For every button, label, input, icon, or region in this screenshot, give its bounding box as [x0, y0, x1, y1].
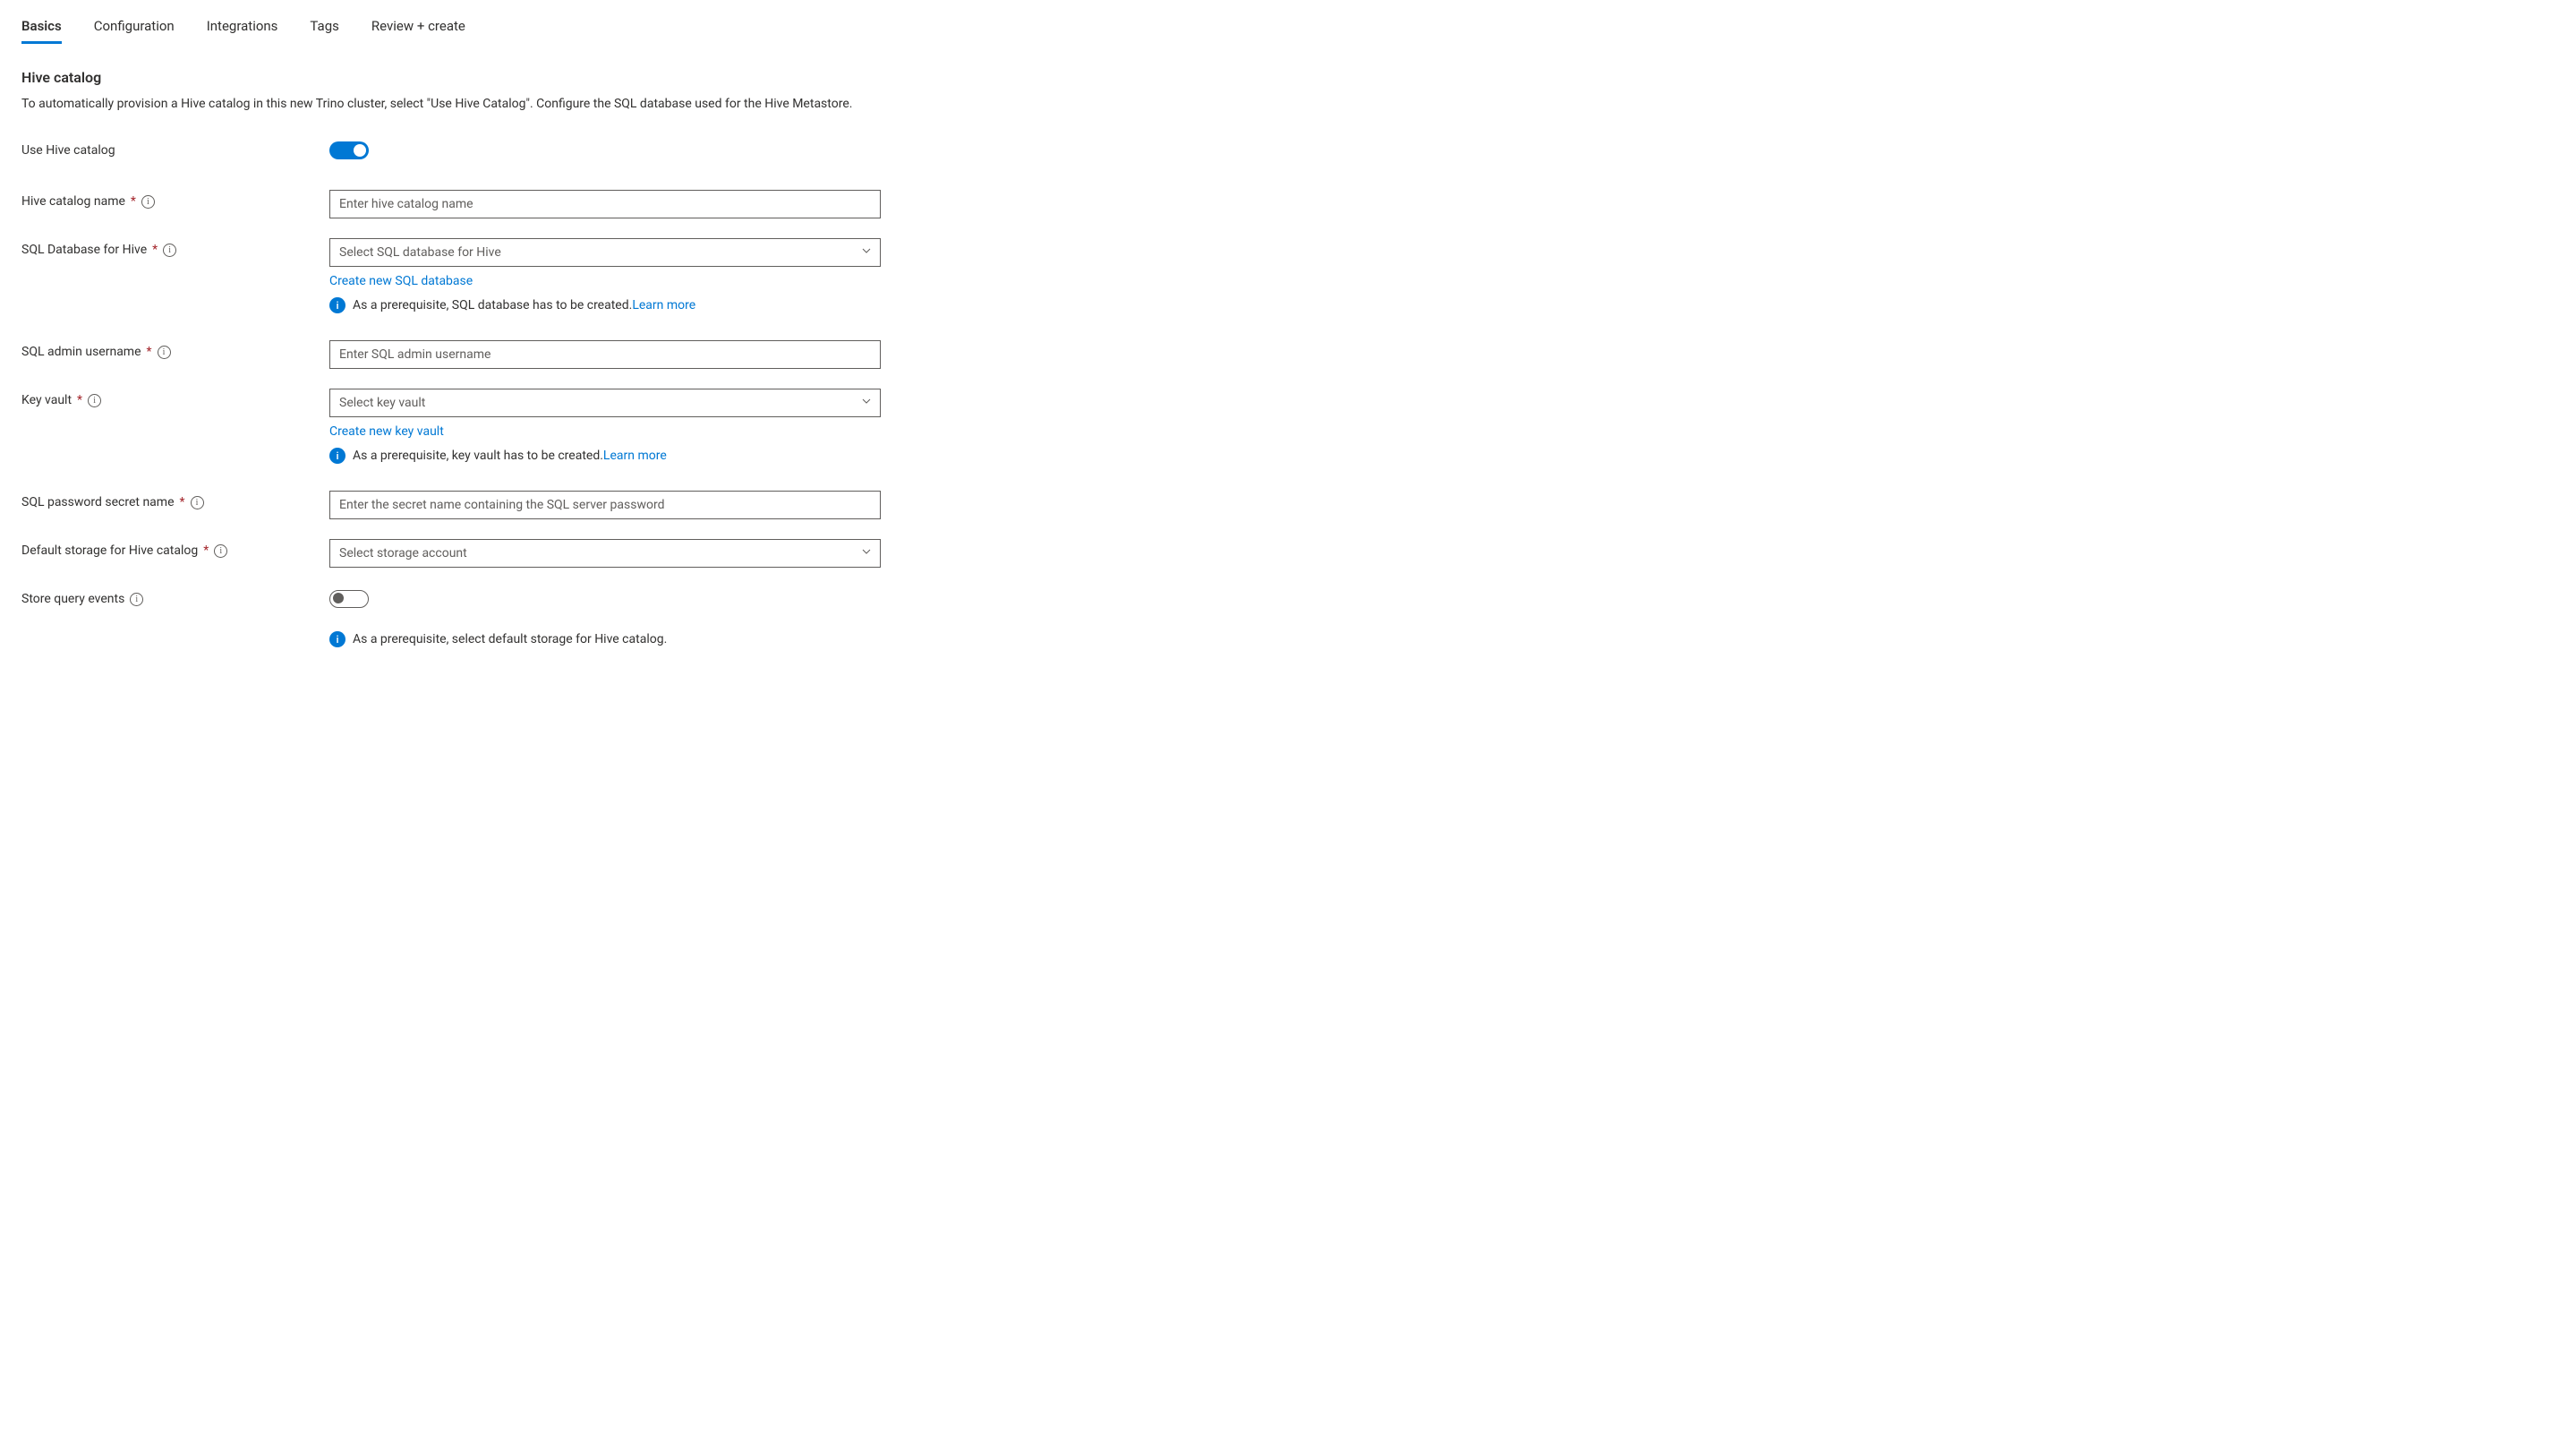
- tab-review-create[interactable]: Review + create: [371, 18, 465, 44]
- link-learn-more-keyvault[interactable]: Learn more: [603, 449, 667, 463]
- info-icon[interactable]: i: [141, 195, 155, 209]
- info-icon[interactable]: i: [191, 496, 204, 509]
- label-use-hive-catalog: Use Hive catalog: [21, 143, 115, 158]
- row-sql-admin-username: SQL admin username * i: [21, 340, 2555, 369]
- tab-basics[interactable]: Basics: [21, 18, 62, 44]
- wizard-tabs: Basics Configuration Integrations Tags R…: [21, 18, 2555, 44]
- label-default-storage: Default storage for Hive catalog: [21, 543, 198, 558]
- label-hive-catalog-name: Hive catalog name: [21, 194, 125, 209]
- label-store-query-events: Store query events: [21, 592, 124, 606]
- row-key-vault: Key vault * i Select key vault Create ne…: [21, 389, 2555, 464]
- info-icon[interactable]: i: [214, 544, 227, 558]
- required-asterisk: *: [131, 194, 136, 209]
- row-sql-password-secret: SQL password secret name * i: [21, 491, 2555, 519]
- label-sql-password-secret: SQL password secret name: [21, 495, 175, 509]
- prereq-storage-text: As a prerequisite, select default storag…: [353, 632, 667, 646]
- row-sql-database: SQL Database for Hive * i Select SQL dat…: [21, 238, 2555, 313]
- select-key-vault[interactable]: Select key vault: [329, 389, 881, 417]
- required-asterisk: *: [152, 243, 158, 257]
- row-default-storage: Default storage for Hive catalog * i Sel…: [21, 539, 2555, 568]
- label-key-vault: Key vault: [21, 393, 72, 407]
- info-badge-icon: i: [329, 297, 345, 313]
- required-asterisk: *: [77, 393, 82, 407]
- input-sql-admin-username[interactable]: [329, 340, 881, 369]
- info-icon[interactable]: i: [88, 394, 101, 407]
- input-sql-password-secret[interactable]: [329, 491, 881, 519]
- toggle-store-query-events[interactable]: [329, 590, 369, 608]
- toggle-use-hive-catalog[interactable]: [329, 141, 369, 159]
- info-icon[interactable]: i: [163, 244, 176, 257]
- row-use-hive-catalog: Use Hive catalog: [21, 139, 2555, 163]
- info-icon[interactable]: i: [130, 593, 143, 606]
- select-sql-database[interactable]: Select SQL database for Hive: [329, 238, 881, 267]
- row-hive-catalog-name: Hive catalog name * i: [21, 190, 2555, 218]
- tab-configuration[interactable]: Configuration: [94, 18, 175, 44]
- label-sql-admin-username: SQL admin username: [21, 345, 141, 359]
- link-create-sql-database[interactable]: Create new SQL database: [329, 274, 473, 288]
- link-learn-more-sql[interactable]: Learn more: [632, 298, 695, 312]
- label-sql-database: SQL Database for Hive: [21, 243, 147, 257]
- required-asterisk: *: [147, 345, 152, 359]
- tab-integrations[interactable]: Integrations: [207, 18, 278, 44]
- section-title: Hive catalog: [21, 69, 2555, 86]
- select-default-storage[interactable]: Select storage account: [329, 539, 881, 568]
- tab-tags[interactable]: Tags: [310, 18, 338, 44]
- prereq-sql-database-text: As a prerequisite, SQL database has to b…: [353, 298, 632, 312]
- prereq-key-vault-text: As a prerequisite, key vault has to be c…: [353, 449, 603, 463]
- input-hive-catalog-name[interactable]: [329, 190, 881, 218]
- section-description: To automatically provision a Hive catalo…: [21, 95, 881, 114]
- info-badge-icon: i: [329, 631, 345, 647]
- required-asterisk: *: [203, 543, 209, 558]
- row-store-query-events: Store query events i i As a prerequisite…: [21, 587, 2555, 647]
- info-badge-icon: i: [329, 448, 345, 464]
- link-create-key-vault[interactable]: Create new key vault: [329, 424, 444, 439]
- info-icon[interactable]: i: [158, 346, 171, 359]
- required-asterisk: *: [180, 495, 185, 509]
